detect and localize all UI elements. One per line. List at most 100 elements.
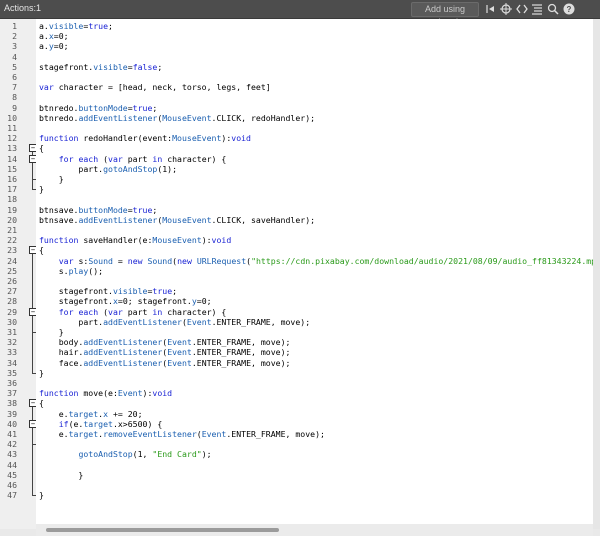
code-line[interactable]: a.x=0; bbox=[39, 31, 69, 41]
line-number: 21 bbox=[7, 225, 17, 235]
line-number: 31 bbox=[7, 327, 17, 337]
line-number: 23 bbox=[7, 245, 17, 256]
code-line[interactable]: { bbox=[39, 245, 44, 255]
line-number: 29 bbox=[7, 306, 17, 317]
line-number: 15 bbox=[7, 163, 17, 174]
line-number: 18 bbox=[7, 194, 17, 205]
line-number: 28 bbox=[7, 296, 17, 307]
code-line[interactable]: btnsave.buttonMode=true; bbox=[39, 205, 157, 215]
fold-guide bbox=[32, 315, 33, 332]
code-line[interactable]: } bbox=[39, 174, 64, 184]
line-number: 6 bbox=[12, 72, 17, 82]
fold-guide bbox=[32, 427, 33, 445]
line-number: 38 bbox=[7, 398, 17, 409]
code-line[interactable]: stagefront.visible=false; bbox=[39, 62, 162, 72]
format-icon[interactable] bbox=[531, 2, 543, 16]
line-number-gutter: 1 2 3 4 5 6 7 8 9 10 11 12 13 14 15 16 17 18 19 20 21 22 23 24 2… bbox=[0, 19, 37, 529]
crosshair-icon[interactable] bbox=[500, 2, 512, 16]
line-number: 35 bbox=[7, 367, 17, 378]
code-line[interactable]: var character = [head, neck, torso, legs… bbox=[39, 82, 271, 92]
line-number: 12 bbox=[7, 133, 17, 144]
line-number: 43 bbox=[7, 449, 17, 460]
code-line[interactable]: } bbox=[39, 490, 44, 500]
line-number: 19 bbox=[7, 204, 17, 215]
line-number: 45 bbox=[7, 469, 17, 480]
code-line[interactable]: gotoAndStop(1, "End Card"); bbox=[39, 449, 211, 459]
line-number: 20 bbox=[7, 214, 17, 225]
code-line[interactable]: { bbox=[39, 143, 44, 153]
code-line[interactable]: } bbox=[39, 184, 44, 194]
line-number: 1 bbox=[12, 21, 17, 31]
code-line[interactable]: } bbox=[39, 327, 64, 337]
line-number: 17 bbox=[7, 184, 17, 195]
code-line[interactable]: for each (var part in character) { bbox=[39, 154, 227, 164]
line-number: 25 bbox=[7, 265, 17, 276]
actions-panel-header: Actions:1 Add using wizard ? bbox=[0, 0, 600, 27]
search-icon[interactable] bbox=[547, 2, 559, 16]
code-line[interactable]: btnredo.addEventListener(MouseEvent.CLIC… bbox=[39, 113, 315, 123]
line-number: 26 bbox=[7, 276, 17, 286]
line-number: 42 bbox=[7, 439, 17, 450]
line-number: 16 bbox=[7, 174, 17, 184]
line-number: 7 bbox=[12, 82, 17, 93]
line-number: 46 bbox=[7, 480, 17, 490]
fold-guide bbox=[32, 162, 33, 179]
insert-target-icon[interactable] bbox=[484, 2, 496, 16]
line-number: 39 bbox=[7, 408, 17, 419]
line-number: 22 bbox=[7, 235, 17, 246]
line-number: 4 bbox=[12, 51, 17, 62]
code-line[interactable]: part.gotoAndStop(1); bbox=[39, 164, 177, 174]
line-number: 3 bbox=[12, 41, 17, 52]
line-number: 33 bbox=[7, 347, 17, 358]
scrollbar-thumb[interactable] bbox=[46, 528, 279, 532]
code-editor[interactable]: a.visible=true; a.x=0; a.y=0; stagefront.vi… bbox=[36, 19, 593, 524]
code-line[interactable]: function saveHandler(e:MouseEvent):void bbox=[39, 235, 231, 245]
add-using-wizard-button[interactable]: Add using wizard bbox=[411, 2, 479, 27]
line-number: 47 bbox=[7, 490, 17, 501]
code-line[interactable]: body.addEventListener(Event.ENTER_FRAME,… bbox=[39, 337, 291, 347]
line-number: 41 bbox=[7, 429, 17, 439]
svg-text:?: ? bbox=[567, 5, 572, 14]
help-icon[interactable]: ? bbox=[563, 2, 575, 16]
line-number: 37 bbox=[7, 388, 17, 399]
horizontal-scrollbar[interactable] bbox=[36, 524, 593, 536]
line-number: 2 bbox=[12, 31, 17, 42]
code-line[interactable]: var s:Sound = new Sound(new URLRequest("… bbox=[39, 256, 593, 266]
code-line[interactable]: a.visible=true; bbox=[39, 21, 113, 31]
code-line[interactable]: e.target.removeEventListener(Event.ENTER… bbox=[39, 429, 325, 439]
code-line[interactable]: part.addEventListener(Event.ENTER_FRAME,… bbox=[39, 317, 310, 327]
vertical-scrollbar[interactable] bbox=[593, 19, 600, 529]
code-line[interactable]: btnredo.buttonMode=true; bbox=[39, 103, 157, 113]
code-line[interactable]: stagefront.visible=true; bbox=[39, 286, 177, 296]
line-number: 24 bbox=[7, 255, 17, 266]
code-line[interactable]: } bbox=[39, 368, 44, 378]
code-line[interactable]: { bbox=[39, 398, 44, 408]
line-number: 14 bbox=[7, 153, 17, 164]
code-line[interactable]: e.target.x += 20; bbox=[39, 409, 143, 419]
panel-title: Actions:1 bbox=[4, 3, 42, 13]
line-number: 10 bbox=[7, 112, 17, 123]
code-line[interactable]: for each (var part in character) { bbox=[39, 307, 227, 317]
code-line[interactable]: } bbox=[39, 470, 83, 480]
code-line[interactable]: s.play(); bbox=[39, 266, 103, 276]
code-line[interactable]: function redoHandler(event:MouseEvent):v… bbox=[39, 133, 251, 143]
code-line[interactable]: face.addEventListener(Event.ENTER_FRAME,… bbox=[39, 358, 291, 368]
line-number: 36 bbox=[7, 378, 17, 388]
line-number: 5 bbox=[12, 61, 17, 72]
code-brackets-icon[interactable] bbox=[516, 2, 528, 16]
line-number: 40 bbox=[7, 418, 17, 429]
code-line[interactable]: hair.addEventListener(Event.ENTER_FRAME,… bbox=[39, 347, 291, 357]
line-number: 34 bbox=[7, 357, 17, 368]
line-number: 11 bbox=[7, 123, 17, 133]
line-number: 32 bbox=[7, 337, 17, 348]
line-number: 30 bbox=[7, 316, 17, 327]
code-line[interactable]: btnsave.addEventListener(MouseEvent.CLIC… bbox=[39, 215, 315, 225]
code-line[interactable]: a.y=0; bbox=[39, 41, 69, 51]
code-line[interactable]: stagefront.x=0; stagefront.y=0; bbox=[39, 296, 212, 306]
line-number: 44 bbox=[7, 459, 17, 470]
line-number: 27 bbox=[7, 286, 17, 297]
code-line[interactable]: if(e.target.x>6500) { bbox=[39, 419, 163, 429]
code-line[interactable]: function move(e:Event):void bbox=[39, 388, 172, 398]
line-number: 9 bbox=[12, 102, 17, 113]
line-number: 13 bbox=[7, 143, 17, 154]
